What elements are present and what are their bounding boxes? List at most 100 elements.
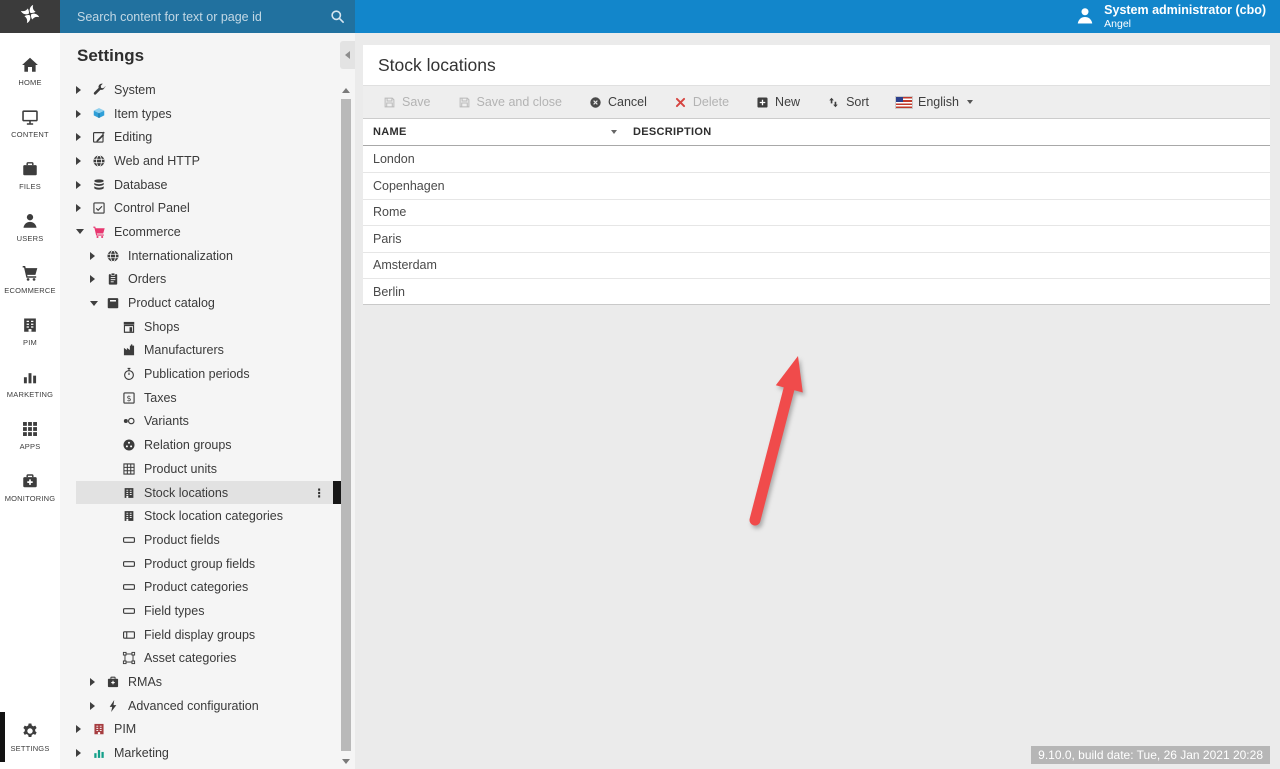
rail-item-pim[interactable]: PIM bbox=[0, 305, 60, 357]
rma-box-icon bbox=[106, 675, 120, 689]
tree-item-manufacturers[interactable]: Manufacturers bbox=[76, 339, 333, 363]
rail-item-settings[interactable]: SETTINGS bbox=[0, 711, 60, 763]
tree-item-web-and-http[interactable]: Web and HTTP bbox=[76, 149, 333, 173]
rail-item-files[interactable]: FILES bbox=[0, 149, 60, 201]
globe-icon bbox=[92, 154, 106, 168]
tree-item-product-group-fields[interactable]: Product group fields bbox=[76, 552, 333, 576]
sort-icon bbox=[827, 96, 840, 109]
tree-item-system[interactable]: System bbox=[76, 78, 333, 102]
column-header-description[interactable]: DESCRIPTION bbox=[623, 126, 711, 138]
tree-item-variants[interactable]: Variants bbox=[76, 410, 333, 434]
wrench-icon bbox=[92, 83, 106, 97]
tree-item-asset-categories[interactable]: Asset categories bbox=[76, 647, 333, 671]
expander-icon[interactable] bbox=[76, 749, 90, 757]
control-panel-icon bbox=[92, 201, 106, 215]
rail-item-home[interactable]: HOME bbox=[0, 45, 60, 97]
table-row[interactable]: Berlin bbox=[363, 278, 1270, 304]
save-and-close-button[interactable]: Save and close bbox=[458, 95, 562, 109]
search-input[interactable] bbox=[77, 10, 330, 24]
tree-item-item-types[interactable]: Item types bbox=[76, 102, 333, 126]
monitor-icon bbox=[21, 108, 39, 126]
flag-us-icon bbox=[896, 97, 912, 108]
tree-item-product-catalog[interactable]: Product catalog bbox=[76, 291, 333, 315]
scroll-down-icon[interactable] bbox=[342, 759, 350, 764]
tree-item-product-units[interactable]: Product units bbox=[76, 457, 333, 481]
expander-icon[interactable] bbox=[76, 133, 90, 141]
tree-item-ecommerce[interactable]: Ecommerce bbox=[76, 220, 333, 244]
delete-button[interactable]: Delete bbox=[674, 95, 729, 109]
table-row[interactable]: London bbox=[363, 146, 1270, 172]
rail-item-content[interactable]: CONTENT bbox=[0, 97, 60, 149]
rail-item-marketing[interactable]: MARKETING bbox=[0, 357, 60, 409]
user-menu[interactable]: System administrator (cbo) Angel bbox=[1075, 3, 1266, 30]
svg-text:$: $ bbox=[126, 394, 131, 403]
panel-collapse-handle[interactable] bbox=[340, 41, 355, 69]
expander-icon[interactable] bbox=[90, 301, 104, 306]
tree-item-taxes[interactable]: $Taxes bbox=[76, 386, 333, 410]
medkit-icon bbox=[21, 472, 39, 490]
tree-item-pim[interactable]: PIM bbox=[76, 718, 333, 742]
tree-item-relation-groups[interactable]: Relation groups bbox=[76, 433, 333, 457]
tree-item-publication-periods[interactable]: Publication periods bbox=[76, 362, 333, 386]
tree-item-internationalization[interactable]: Internationalization bbox=[76, 244, 333, 268]
tree-item-editing[interactable]: Editing bbox=[76, 125, 333, 149]
new-button[interactable]: New bbox=[756, 95, 800, 109]
search-icon[interactable] bbox=[330, 9, 345, 24]
home-icon bbox=[21, 56, 39, 74]
tree-item-stock-locations[interactable]: Stock locations⋮ bbox=[76, 481, 333, 505]
column-header-name[interactable]: NAME bbox=[363, 126, 623, 138]
scrollbar-thumb[interactable] bbox=[341, 99, 351, 751]
rail-item-monitoring[interactable]: MONITORING bbox=[0, 461, 60, 513]
rail-items: HOMECONTENTFILESUSERSECOMMERCEPIMMARKETI… bbox=[0, 45, 60, 513]
tree-item-field-types[interactable]: Field types bbox=[76, 599, 333, 623]
tax-icon: $ bbox=[122, 391, 136, 405]
variants-icon bbox=[122, 414, 136, 428]
app-logo[interactable] bbox=[0, 0, 60, 33]
tree-item-rmas[interactable]: RMAs bbox=[76, 670, 333, 694]
cancel-button[interactable]: Cancel bbox=[589, 95, 647, 109]
language-button[interactable]: English bbox=[896, 95, 973, 109]
warehouse-icon bbox=[122, 509, 136, 523]
expander-icon[interactable] bbox=[90, 678, 104, 686]
expander-icon[interactable] bbox=[90, 252, 104, 260]
expander-icon[interactable] bbox=[76, 86, 90, 94]
expander-icon[interactable] bbox=[76, 204, 90, 212]
warehouse-icon bbox=[122, 486, 136, 500]
table-row[interactable]: Rome bbox=[363, 199, 1270, 225]
expander-icon[interactable] bbox=[90, 275, 104, 283]
save-icon bbox=[458, 96, 471, 109]
gear-icon bbox=[21, 722, 39, 740]
table-row[interactable]: Copenhagen bbox=[363, 172, 1270, 198]
tree-item-product-fields[interactable]: Product fields bbox=[76, 528, 333, 552]
tree-item-database[interactable]: Database bbox=[76, 173, 333, 197]
table-row[interactable]: Amsterdam bbox=[363, 252, 1270, 278]
expander-icon[interactable] bbox=[90, 702, 104, 710]
kebab-menu-icon[interactable]: ⋮ bbox=[314, 486, 334, 500]
tree-item-control-panel[interactable]: Control Panel bbox=[76, 196, 333, 220]
column-menu-caret-icon[interactable] bbox=[611, 130, 617, 134]
expander-icon[interactable] bbox=[76, 181, 90, 189]
scroll-up-icon[interactable] bbox=[342, 88, 350, 93]
table-row[interactable]: Paris bbox=[363, 225, 1270, 251]
tree-item-advanced-configuration[interactable]: Advanced configuration bbox=[76, 694, 333, 718]
expander-icon[interactable] bbox=[76, 110, 90, 118]
shop-icon bbox=[122, 320, 136, 334]
sort-button[interactable]: Sort bbox=[827, 95, 869, 109]
settings-panel: Settings SystemItem typesEditingWeb and … bbox=[60, 33, 355, 769]
rail-item-apps[interactable]: APPS bbox=[0, 409, 60, 461]
expander-icon[interactable] bbox=[76, 229, 90, 234]
expander-icon[interactable] bbox=[76, 157, 90, 165]
tree-item-field-display-groups[interactable]: Field display groups bbox=[76, 623, 333, 647]
tree-item-stock-location-categories[interactable]: Stock location categories bbox=[76, 504, 333, 528]
page-title: Stock locations bbox=[378, 55, 496, 76]
tree-item-marketing[interactable]: Marketing bbox=[76, 741, 333, 765]
rail-item-users[interactable]: USERS bbox=[0, 201, 60, 253]
field-split-icon bbox=[122, 628, 136, 642]
tree-item-shops[interactable]: Shops bbox=[76, 315, 333, 339]
relation-groups-icon bbox=[122, 438, 136, 452]
expander-icon[interactable] bbox=[76, 725, 90, 733]
rail-item-ecommerce[interactable]: ECOMMERCE bbox=[0, 253, 60, 305]
tree-item-orders[interactable]: Orders bbox=[76, 268, 333, 292]
tree-item-product-categories[interactable]: Product categories bbox=[76, 575, 333, 599]
save-button[interactable]: Save bbox=[383, 95, 431, 109]
